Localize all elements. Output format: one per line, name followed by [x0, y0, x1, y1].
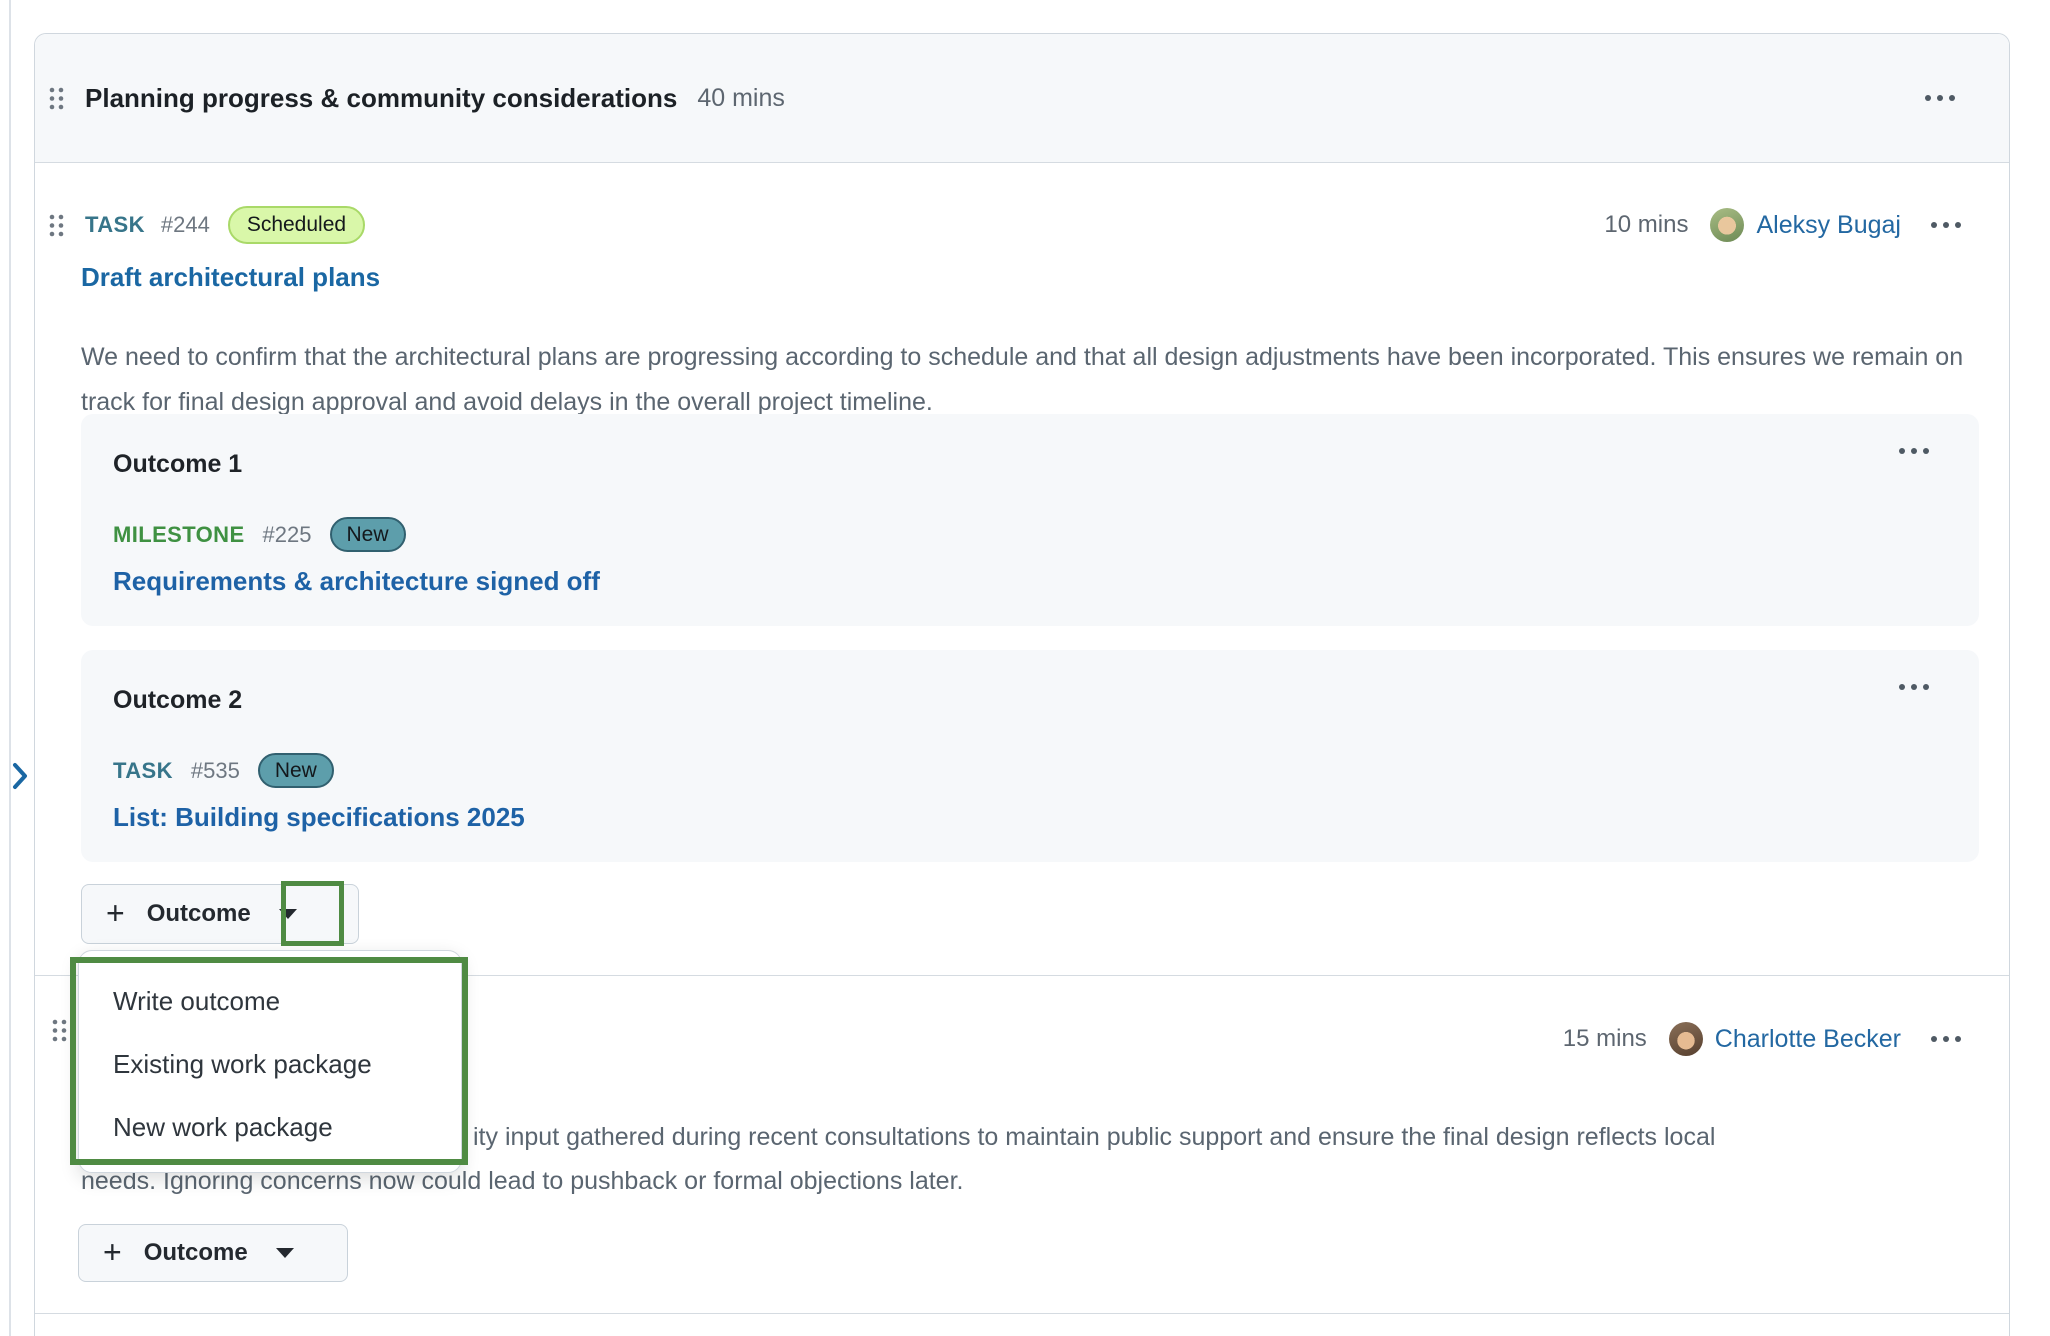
item-duration: 15 mins [1563, 1025, 1647, 1053]
outcome-work-package-link[interactable]: Requirements & architecture signed off [113, 566, 600, 597]
drag-handle-icon[interactable] [49, 87, 65, 110]
caret-down-icon[interactable] [279, 909, 297, 919]
menu-item-write-outcome[interactable]: Write outcome [79, 970, 461, 1033]
outcome-more-menu-icon[interactable] [1893, 442, 1935, 460]
chevron-right-icon[interactable] [12, 762, 29, 790]
menu-item-new-work-package[interactable]: New work package [79, 1096, 461, 1159]
item-more-menu-icon[interactable] [1925, 216, 1967, 234]
item-duration: 10 mins [1604, 211, 1688, 239]
menu-item-existing-work-package[interactable]: Existing work package [79, 1033, 461, 1096]
outcome-type-row: TASK #535 New [113, 753, 1929, 788]
status-badge: New [330, 517, 406, 552]
section-header: Planning progress & community considerat… [35, 34, 2009, 163]
add-outcome-split-button[interactable]: + Outcome [78, 1224, 348, 1282]
avatar[interactable] [1669, 1022, 1703, 1056]
outcome-dropdown-menu: Write outcome Existing work package New … [78, 950, 462, 1173]
outcome-heading: Outcome 1 [113, 450, 1929, 479]
outcome-heading: Outcome 2 [113, 686, 1929, 715]
outcome-type-row: MILESTONE #225 New [113, 517, 1929, 552]
work-package-type-label: TASK [85, 212, 145, 238]
work-package-id: #535 [191, 758, 240, 784]
outcome-work-package-link[interactable]: List: Building specifications 2025 [113, 802, 525, 833]
add-outcome-button-label: Outcome [144, 1239, 248, 1267]
work-package-id: #244 [161, 212, 210, 238]
left-page-divider [9, 0, 11, 1336]
agenda-item-2-meta-row: 15 mins Charlotte Becker [1563, 1017, 1967, 1061]
add-outcome-split-button[interactable]: + Outcome [81, 884, 359, 944]
outcome-more-menu-icon[interactable] [1893, 678, 1935, 696]
drag-handle-icon[interactable] [49, 214, 65, 237]
presenter-link[interactable]: Aleksy Bugaj [1756, 211, 1901, 240]
section-duration: 40 mins [697, 84, 785, 113]
drag-handle-icon[interactable] [52, 1019, 68, 1042]
work-package-title-link[interactable]: Draft architectural plans [81, 262, 380, 293]
item-more-menu-icon[interactable] [1925, 1030, 1967, 1048]
work-package-type-label: MILESTONE [113, 522, 245, 548]
avatar[interactable] [1710, 208, 1744, 242]
outcome-card-1: Outcome 1 MILESTONE #225 New Requirement… [81, 414, 1979, 626]
section-more-menu-icon[interactable] [1919, 89, 1961, 107]
item-2-description-line-1: ity input gathered during recent consult… [473, 1123, 1715, 1152]
agenda-item-1-meta-row: TASK #244 Scheduled 10 mins Aleksy Bugaj [49, 203, 1967, 247]
section-title: Planning progress & community considerat… [85, 83, 677, 114]
status-badge: Scheduled [228, 206, 365, 243]
plus-icon: + [106, 897, 125, 929]
caret-down-icon[interactable] [276, 1248, 294, 1258]
plus-icon: + [103, 1236, 122, 1268]
status-badge: New [258, 753, 334, 788]
agenda-item-divider [35, 1313, 2009, 1314]
work-package-description: We need to confirm that the architectura… [81, 335, 1986, 425]
presenter-link[interactable]: Charlotte Becker [1715, 1025, 1901, 1054]
add-outcome-button-label: Outcome [147, 900, 251, 928]
outcome-card-2: Outcome 2 TASK #535 New List: Building s… [81, 650, 1979, 862]
work-package-type-label: TASK [113, 758, 173, 784]
work-package-id: #225 [263, 522, 312, 548]
